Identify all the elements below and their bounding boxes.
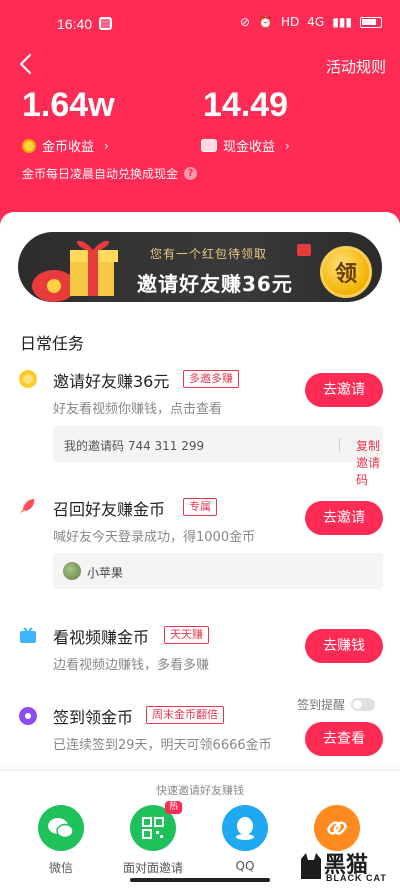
wallet-icon [201,139,217,152]
friend-name: 小苹果 [87,566,124,580]
checkin-reminder-label: 签到提醒 [297,698,346,712]
view-button[interactable]: 去查看 [305,722,383,756]
task-checkin-desc: 已连续签到29天，明天可领6666金币 [53,738,272,753]
task-invite-title: 邀请好友赚36元 [53,372,170,391]
chevron-right-icon: › [104,138,109,153]
cash-amount: 14.49 [203,86,289,124]
checkin-icon [19,707,37,725]
task-recall-desc: 喊好友今天登录成功，得1000金币 [53,530,256,545]
coin-icon [19,370,37,388]
coin-income-link[interactable]: 金币收益 › [22,136,109,155]
invite-code: 我的邀请码 744 311 299 [64,439,205,453]
coin-amount: 1.64w [22,86,115,124]
friend-avatar [63,562,81,580]
status-time: 16:40 [57,16,93,32]
watermark-en: BLACK CAT [326,873,387,883]
divider [339,438,340,451]
cash-income-link[interactable]: 现金收益 › [201,136,290,155]
claim-button[interactable]: 领 [320,246,372,298]
friend-suggestion-box[interactable]: 小苹果 [53,553,383,589]
share-qq-label: QQ [235,859,255,873]
copy-invite-code-link[interactable]: 复制邀请码 [356,437,383,488]
task-video-desc: 边看视频边赚钱，多看多赚 [53,658,210,673]
battery-icon [360,16,382,28]
share-face-to-face-label: 面对面邀请 [123,861,184,875]
coin-income-label: 金币收益 [42,140,95,155]
recall-invite-button[interactable]: 去邀请 [305,501,383,535]
mute-icon: ⊘ [239,15,251,29]
hot-badge: 热 [164,801,182,814]
earn-button[interactable]: 去赚钱 [305,629,383,663]
status-icons: ⊘ ⏰ HD 4G ▮▮▮ [240,15,382,29]
home-indicator[interactable] [130,878,270,882]
checkin-reminder: 签到提醒 [297,696,376,713]
watermark: 黑猫 BLACK CAT [298,845,398,888]
red-envelope-icon [297,244,311,256]
status-bar: 16:40 ⊘ ⏰ HD 4G ▮▮▮ [0,0,400,44]
gift-box-icon [32,240,118,302]
invite-button[interactable]: 去邀请 [305,373,383,407]
share-panel-title: 快速邀请好友赚钱 [156,784,244,797]
cat-logo-icon [301,853,321,879]
task-recall-title: 召回好友赚金币 [53,500,166,519]
rules-link[interactable]: 活动规则 [326,56,386,77]
daily-tasks-title: 日常任务 [20,334,85,353]
banner-title: 邀请好友赚36元 [137,272,293,296]
help-icon[interactable]: ? [184,167,198,180]
share-face-to-face[interactable]: 热 面对面邀请 [123,801,184,876]
invite-code-box: 我的邀请码 744 311 299 复制邀请码 [53,426,383,487]
share-wechat-label: 微信 [48,861,73,875]
exchange-note: 金币每日凌晨自动兑换成现金 ? [22,165,198,182]
task-checkin-title: 签到领金币 [53,708,134,727]
exchange-note-text: 金币每日凌晨自动兑换成现金 [22,167,179,181]
app-notification-icon [99,17,112,30]
share-wechat[interactable]: 微信 [31,805,91,876]
checkin-reminder-toggle[interactable] [351,698,376,711]
signal-label: 4G [307,15,325,29]
back-arrow-icon[interactable] [14,52,38,76]
task-invite-desc: 好友看视频你赚钱，点击查看 [53,402,223,417]
task-checkin-tag: 周末金币翻倍 [146,706,224,724]
wechat-icon [38,805,84,851]
coin-icon [22,138,36,153]
network-label: HD [280,15,300,29]
cash-income-label: 现金收益 [223,140,276,155]
alarm-icon: ⏰ [258,15,273,29]
banner-subtitle: 您有一个红包待领取 [150,247,268,261]
task-invite-tag: 多邀多赚 [183,370,239,388]
qq-icon [222,805,268,851]
qrcode-icon: 热 [130,801,182,851]
task-video-tag: 天天赚 [164,626,209,644]
rocket-icon [20,499,35,513]
tv-icon [20,627,36,643]
chevron-right-icon: › [285,138,290,153]
task-recall-tag: 专属 [183,498,217,516]
share-qq[interactable]: QQ [215,805,275,873]
signal-icon: ▮▮▮ [332,15,352,29]
task-video-title: 看视频赚金币 [53,628,150,647]
